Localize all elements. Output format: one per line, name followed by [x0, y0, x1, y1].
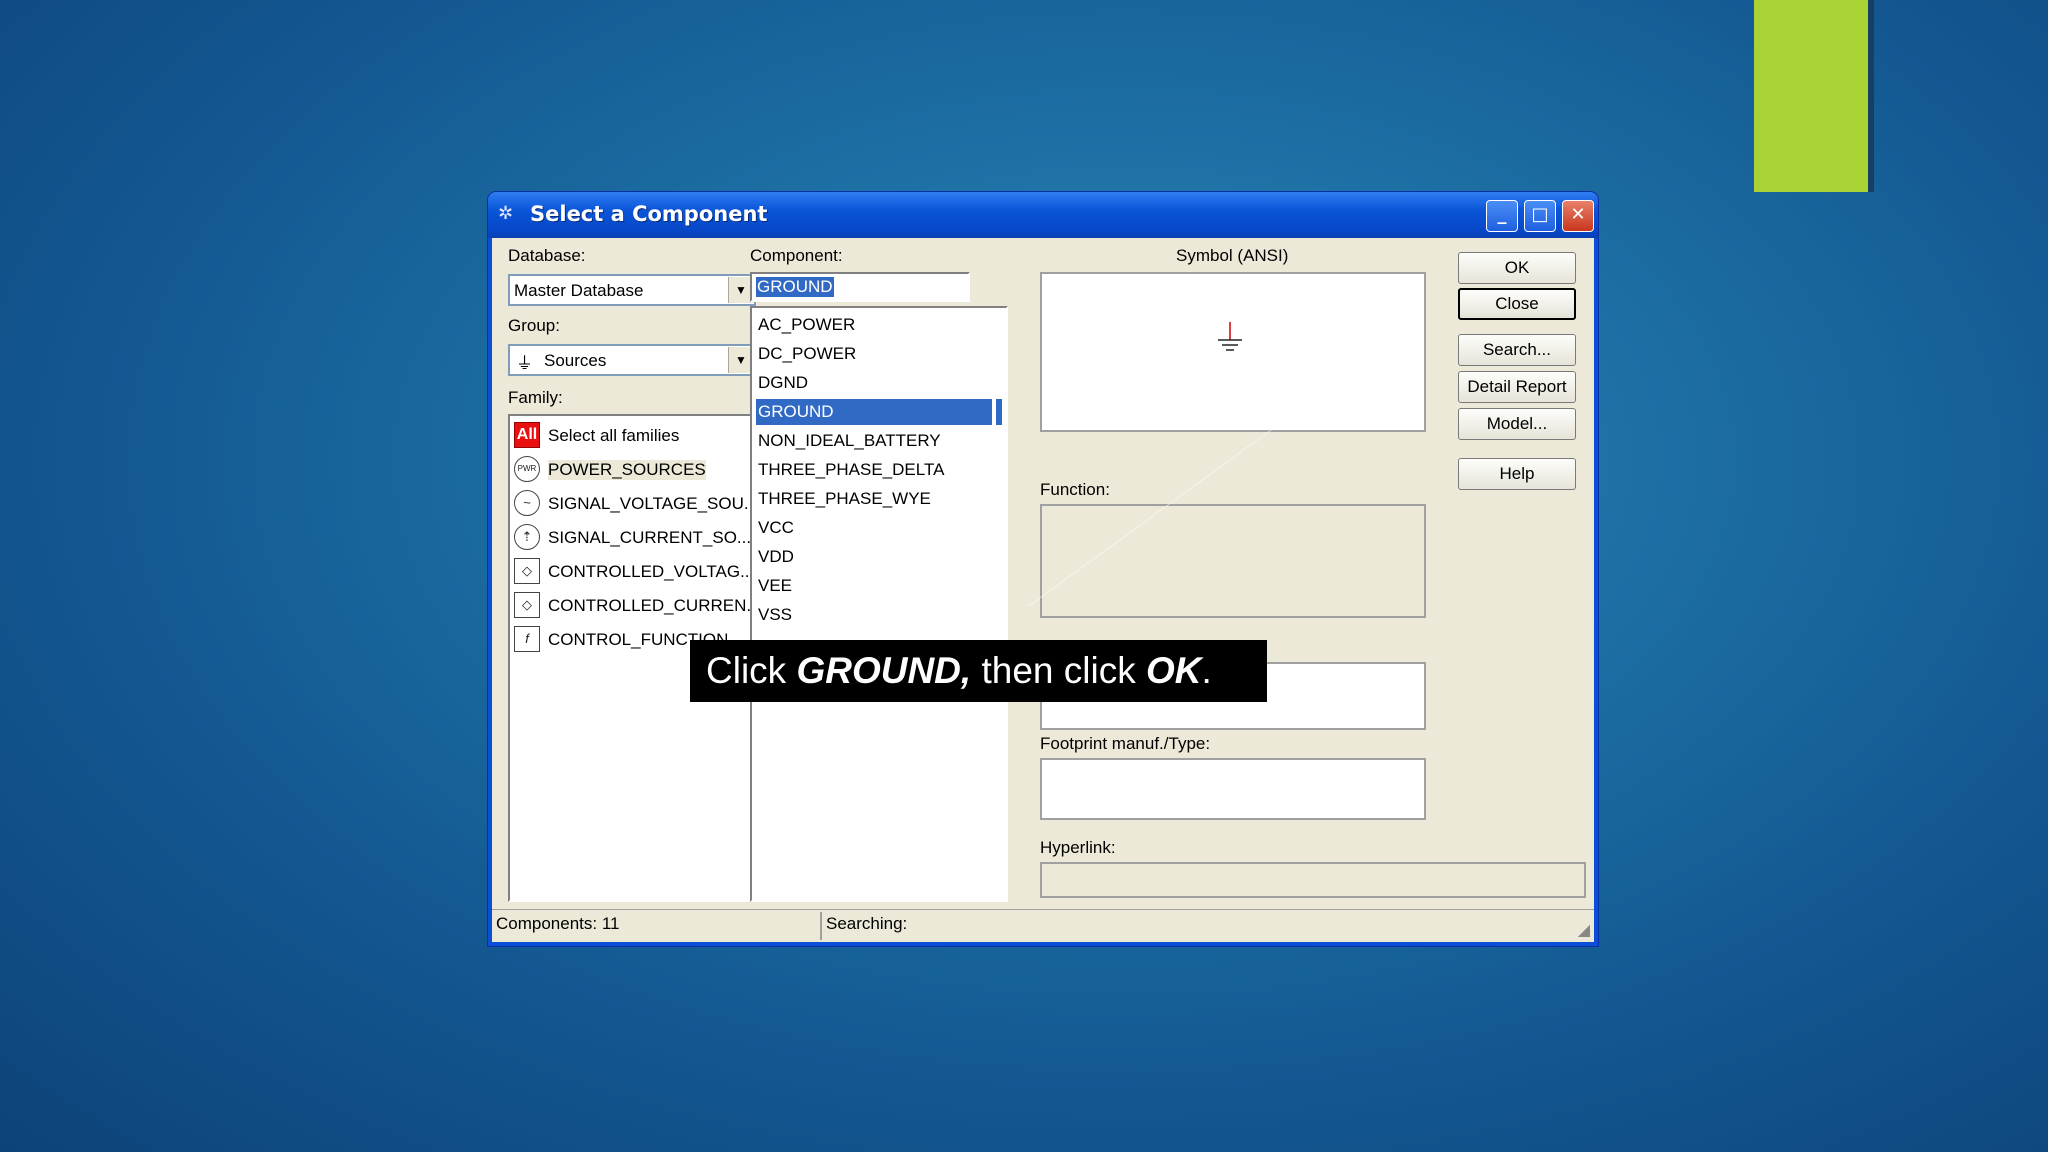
family-item-label: POWER_SOURCES [548, 460, 706, 480]
maximize-icon: □ [1531, 204, 1549, 225]
slide-accent-bar [1754, 0, 1868, 192]
component-item-label: GROUND [758, 402, 834, 421]
database-value: Master Database [514, 281, 644, 300]
component-item-label: THREE_PHASE_DELTA [758, 460, 945, 479]
family-item-signal-current[interactable]: ⇡ SIGNAL_CURRENT_SO... [514, 522, 754, 552]
component-item-label: VCC [758, 518, 794, 537]
family-item-controlled-current[interactable]: ◇ CONTROLLED_CURREN... [514, 590, 756, 620]
controlled-voltage-icon: ◇ [514, 558, 540, 584]
component-item-label: AC_POWER [758, 315, 856, 334]
close-button[interactable]: Close [1458, 288, 1576, 320]
family-item-label: CONTROLLED_VOLTAG... [548, 562, 755, 581]
family-item-label: CONTROLLED_CURREN... [548, 596, 758, 615]
minimize-icon: _ [1497, 204, 1507, 225]
maximize-button[interactable]: □ [1524, 200, 1556, 232]
component-input[interactable]: GROUND [750, 272, 970, 302]
component-item-label: NON_IDEAL_BATTERY [758, 431, 941, 450]
database-label: Database: [508, 246, 586, 265]
component-item-ground[interactable]: GROUND [756, 399, 992, 425]
instruction-caption: Click GROUND, then click OK. [690, 640, 1267, 702]
searching-status: Searching: [826, 914, 908, 933]
component-item-label: THREE_PHASE_WYE [758, 489, 931, 508]
status-bar: Components: 11 Searching: ◢ [492, 909, 1594, 942]
family-item-power-sources[interactable]: PWR POWER_SOURCES [514, 454, 754, 484]
signal-current-icon: ⇡ [514, 524, 540, 550]
component-item-label: DC_POWER [758, 344, 857, 363]
hyperlink-field[interactable] [1040, 862, 1586, 898]
select-component-dialog: ✲ Select a Component _ □ ✕ Database: Mas… [488, 192, 1598, 946]
component-item-three-phase-wye[interactable]: THREE_PHASE_WYE [756, 486, 996, 512]
title-bar[interactable]: ✲ Select a Component _ □ ✕ [488, 192, 1598, 238]
ok-button[interactable]: OK [1458, 252, 1576, 284]
model-button-label: Model... [1486, 414, 1548, 433]
component-item-non-ideal-battery[interactable]: NON_IDEAL_BATTERY [756, 428, 996, 454]
close-button-label: Close [1495, 294, 1539, 313]
component-list[interactable]: AC_POWER DC_POWER DGND GROUND NON_IDEAL_… [750, 306, 1008, 902]
status-divider [820, 912, 822, 940]
function-field [1040, 504, 1426, 618]
group-value: Sources [544, 351, 607, 370]
minimize-button[interactable]: _ [1486, 200, 1518, 232]
database-select[interactable]: Master Database ▼ [508, 274, 756, 306]
detail-report-button-label: Detail Report [1467, 377, 1567, 396]
power-source-icon: PWR [514, 456, 540, 482]
component-item-ac-power[interactable]: AC_POWER [756, 312, 996, 338]
control-function-icon: f [514, 626, 540, 652]
close-window-button[interactable]: ✕ [1562, 200, 1594, 232]
component-item-label: DGND [758, 373, 809, 392]
search-button[interactable]: Search... [1458, 334, 1576, 366]
family-item-select-all[interactable]: All Select all families [514, 420, 754, 450]
controlled-current-icon: ◇ [514, 592, 540, 618]
function-label: Function: [1040, 480, 1110, 499]
caption-text: . [1201, 650, 1212, 691]
footprint-label: Footprint manuf./Type: [1040, 734, 1211, 753]
all-families-icon: All [514, 422, 540, 448]
family-item-controlled-voltage[interactable]: ◇ CONTROLLED_VOLTAG... [514, 556, 754, 586]
component-item-vss[interactable]: VSS [756, 602, 996, 628]
help-button-label: Help [1499, 464, 1535, 483]
detail-report-button[interactable]: Detail Report [1458, 371, 1576, 403]
ground-symbol-icon [1218, 322, 1242, 351]
window-title: Select a Component [530, 202, 768, 226]
search-button-label: Search... [1482, 340, 1552, 359]
resize-grip-icon[interactable]: ◢ [1572, 922, 1590, 940]
help-button[interactable]: Help [1458, 458, 1576, 490]
signal-voltage-icon: ~ [514, 490, 540, 516]
family-item-label: SIGNAL_VOLTAGE_SOU... [548, 494, 758, 513]
component-item-vcc[interactable]: VCC [756, 515, 996, 541]
component-label: Component: [750, 246, 843, 265]
group-select[interactable]: Sources ⏚ ▼ [508, 344, 756, 376]
component-item-vee[interactable]: VEE [756, 573, 996, 599]
dialog-client: Database: Master Database ▼ Group: Sourc… [492, 238, 1594, 942]
family-item-label: Select all families [548, 426, 680, 445]
group-label: Group: [508, 316, 560, 335]
hyperlink-label: Hyperlink: [1040, 838, 1116, 857]
footprint-field [1040, 758, 1426, 820]
family-label: Family: [508, 388, 563, 407]
component-item-label: VDD [758, 547, 794, 566]
components-count: Components: 11 [496, 914, 620, 933]
caption-emphasis: GROUND, [796, 650, 972, 691]
model-button[interactable]: Model... [1458, 408, 1576, 440]
caption-text: Click [706, 650, 797, 691]
app-icon: ✲ [498, 203, 514, 224]
family-item-label: SIGNAL_CURRENT_SO... [548, 528, 752, 547]
family-item-signal-voltage[interactable]: ~ SIGNAL_VOLTAGE_SOU... [514, 488, 756, 518]
component-item-three-phase-delta[interactable]: THREE_PHASE_DELTA [756, 457, 996, 483]
component-item-label: VSS [758, 605, 793, 624]
close-icon: ✕ [1570, 204, 1586, 225]
component-item-label: VEE [758, 576, 793, 595]
ok-button-label: OK [1504, 258, 1530, 277]
component-item-vdd[interactable]: VDD [756, 544, 996, 570]
caption-emphasis: OK [1145, 650, 1202, 691]
caption-text: then click [971, 650, 1146, 691]
symbol-label: Symbol (ANSI) [1176, 246, 1289, 265]
component-item-dgnd[interactable]: DGND [756, 370, 996, 396]
symbol-preview [1040, 272, 1426, 432]
sources-icon: ⏚ [516, 354, 533, 373]
component-input-value: GROUND [756, 277, 834, 297]
selection-marker [996, 399, 1002, 425]
component-item-dc-power[interactable]: DC_POWER [756, 341, 996, 367]
